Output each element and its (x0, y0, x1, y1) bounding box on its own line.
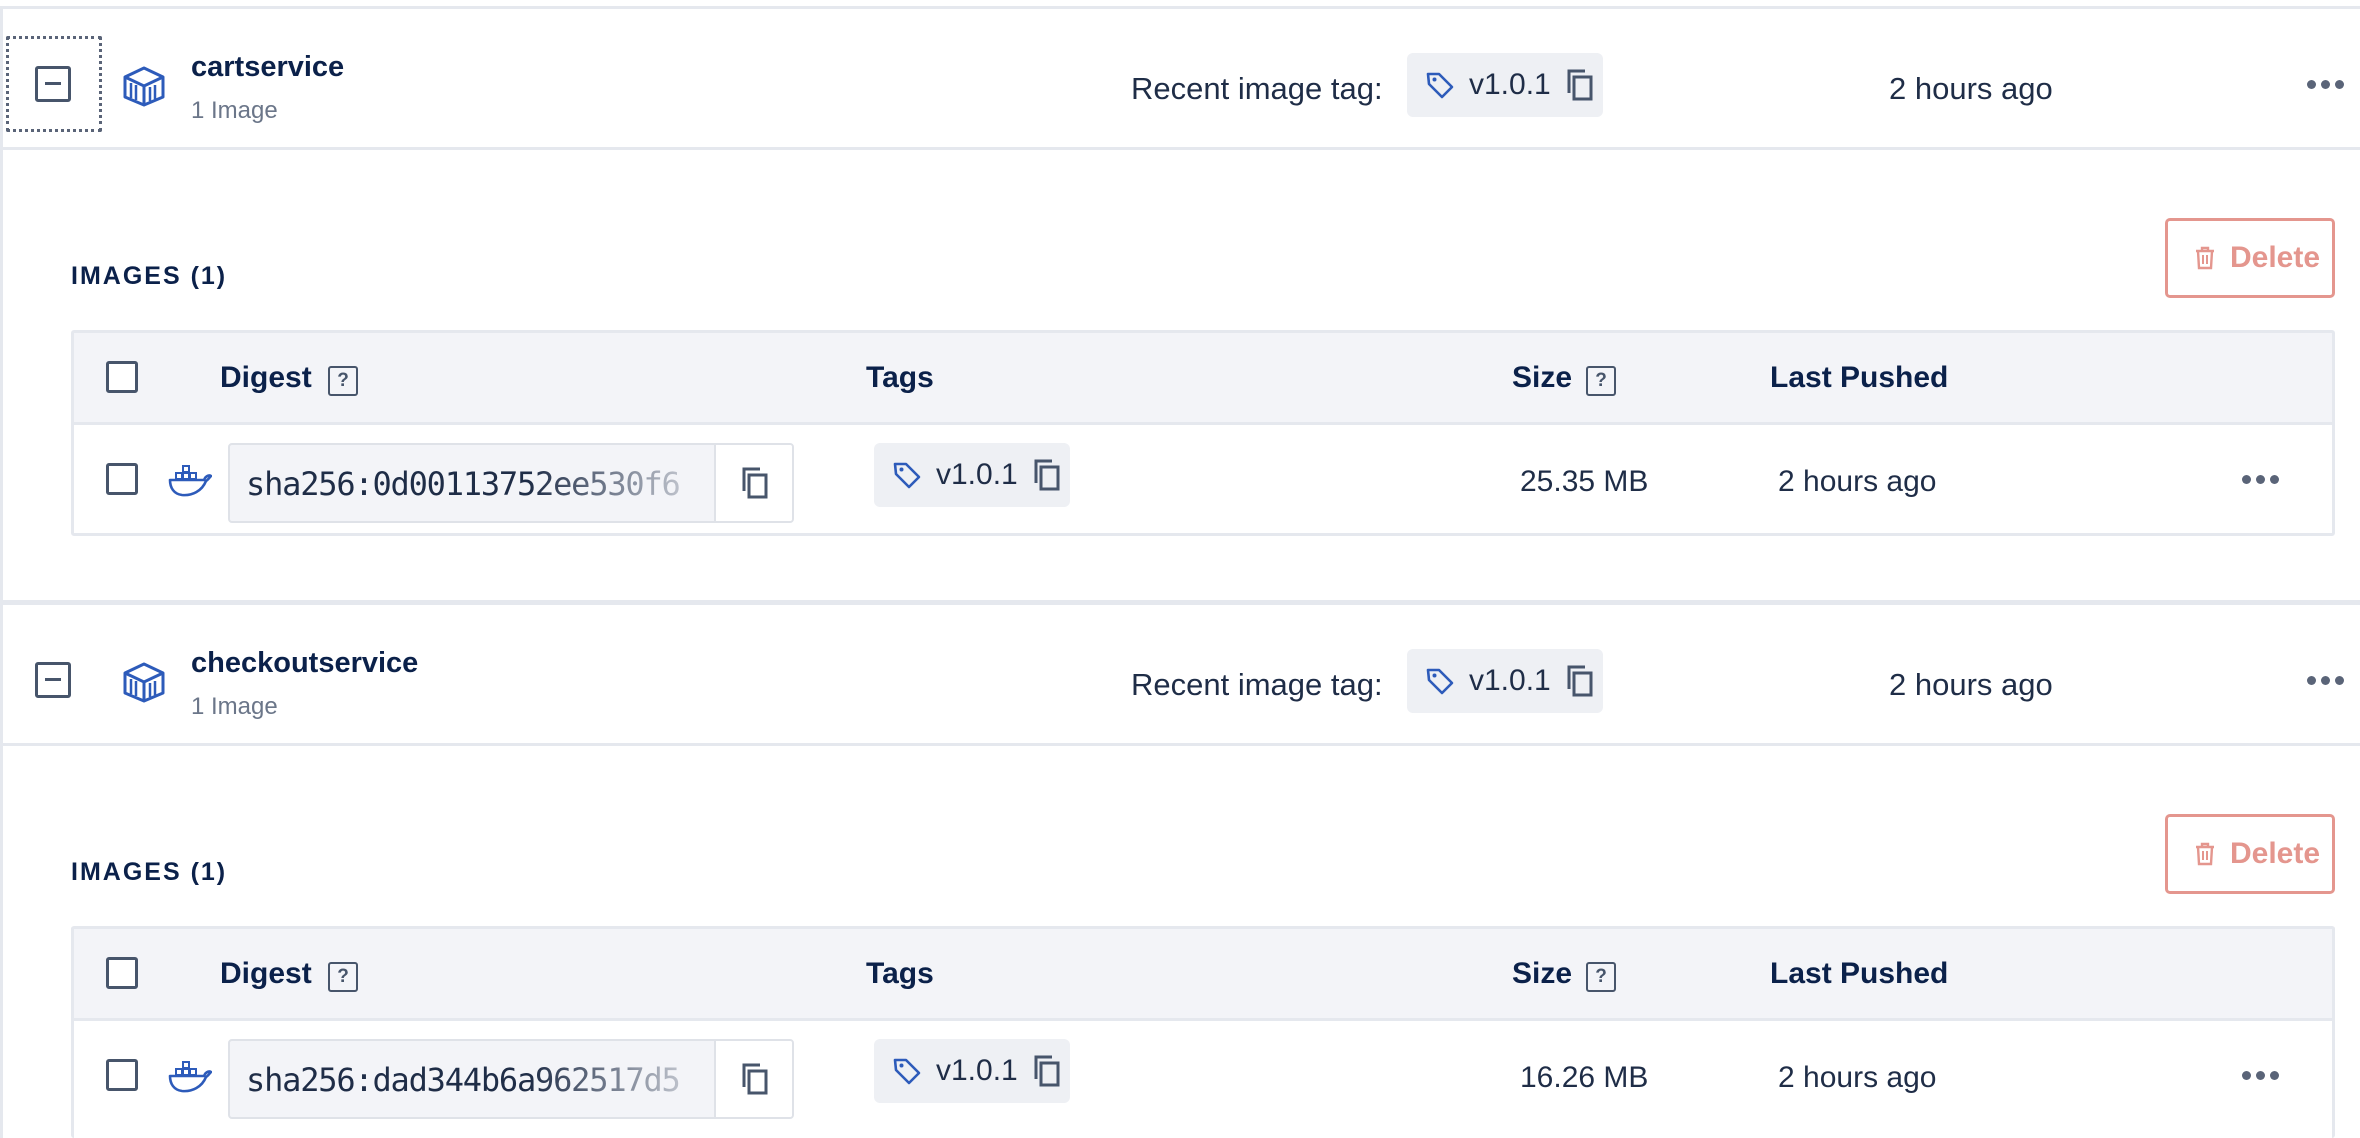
copy-icon (742, 467, 768, 499)
repository-icon (123, 662, 165, 703)
recent-tag-text: v1.0.1 (1469, 664, 1551, 697)
image-size: 16.26 MB (1520, 1061, 1649, 1094)
help-icon[interactable]: ? (1586, 962, 1616, 992)
recent-tag-label: Recent image tag: (1131, 71, 1383, 106)
repository-row-cartservice[interactable]: cartservice 1 Image Recent image tag: v1… (0, 6, 2360, 150)
images-panel-cartservice: IMAGES (1) Delete Digest ? Tags Size ? L… (0, 150, 2360, 603)
collapse-icon[interactable] (35, 66, 71, 102)
column-size[interactable]: Size (1512, 957, 1572, 991)
delete-button[interactable]: Delete (2165, 814, 2335, 894)
table-header: Digest ? Tags Size ? Last Pushed (74, 333, 2332, 425)
images-heading: IMAGES (1) (71, 858, 228, 886)
row-checkbox[interactable] (106, 463, 138, 495)
image-tag-pill: v1.0.1 (874, 1039, 1070, 1103)
images-heading: IMAGES (1) (71, 262, 228, 290)
recent-tag-text: v1.0.1 (1469, 68, 1551, 101)
delete-button[interactable]: Delete (2165, 218, 2335, 298)
select-all-checkbox[interactable] (106, 361, 138, 393)
images-panel-checkoutservice: IMAGES (1) Delete Digest ? Tags Size ? L… (0, 746, 2360, 1138)
images-table: Digest ? Tags Size ? Last Pushed sha256:… (71, 926, 2335, 1138)
column-tags[interactable]: Tags (866, 361, 934, 395)
delete-label: Delete (2230, 241, 2321, 274)
column-size[interactable]: Size (1512, 361, 1572, 395)
column-tags[interactable]: Tags (866, 957, 934, 991)
help-icon[interactable]: ? (328, 962, 358, 992)
recent-tag-pill: v1.0.1 (1407, 53, 1603, 117)
images-table: Digest ? Tags Size ? Last Pushed sha256:… (71, 330, 2335, 536)
collapse-icon[interactable] (35, 662, 71, 698)
tag-icon (1426, 668, 1454, 695)
column-last-pushed[interactable]: Last Pushed (1770, 957, 1948, 991)
image-size: 25.35 MB (1520, 465, 1649, 498)
column-digest[interactable]: Digest (220, 957, 312, 991)
more-icon[interactable] (2242, 1071, 2282, 1083)
copy-icon[interactable] (1032, 1054, 1062, 1088)
table-row: sha256:dad344b6a962517d5 v1.0.1 16.26 MB… (74, 1021, 2332, 1129)
trash-icon (2196, 842, 2214, 866)
docker-icon (168, 465, 212, 497)
column-last-pushed[interactable]: Last Pushed (1770, 361, 1948, 395)
row-checkbox[interactable] (106, 1059, 138, 1091)
digest-field[interactable]: sha256:dad344b6a962517d5 (228, 1039, 794, 1119)
recent-tag-label: Recent image tag: (1131, 667, 1383, 702)
table-header: Digest ? Tags Size ? Last Pushed (74, 929, 2332, 1021)
image-tag-text: v1.0.1 (936, 1054, 1018, 1087)
docker-icon (168, 1061, 212, 1093)
help-icon[interactable]: ? (1586, 366, 1616, 396)
image-count: 1 Image (191, 693, 278, 720)
repository-updated-time: 2 hours ago (1889, 71, 2053, 106)
copy-icon[interactable] (1032, 458, 1062, 492)
copy-digest-button[interactable] (714, 1041, 792, 1117)
recent-tag-pill: v1.0.1 (1407, 649, 1603, 713)
tag-icon (893, 462, 921, 489)
copy-icon (742, 1063, 768, 1095)
more-icon[interactable] (2242, 475, 2282, 487)
tag-icon (893, 1058, 921, 1085)
delete-label: Delete (2230, 837, 2321, 870)
repository-name[interactable]: cartservice (191, 51, 344, 84)
table-row: sha256:0d00113752ee530f6 v1.0.1 25.35 MB… (74, 425, 2332, 533)
image-tag-text: v1.0.1 (936, 458, 1018, 491)
image-tag-pill: v1.0.1 (874, 443, 1070, 507)
more-icon[interactable] (2307, 676, 2347, 688)
more-icon[interactable] (2307, 80, 2347, 92)
repository-updated-time: 2 hours ago (1889, 667, 2053, 702)
trash-icon (2196, 246, 2214, 270)
repository-row-checkoutservice[interactable]: checkoutservice 1 Image Recent image tag… (0, 602, 2360, 746)
select-all-checkbox[interactable] (106, 957, 138, 989)
repository-name[interactable]: checkoutservice (191, 647, 418, 680)
image-last-pushed: 2 hours ago (1778, 465, 1937, 498)
repository-icon (123, 66, 165, 107)
tag-icon (1426, 72, 1454, 99)
image-last-pushed: 2 hours ago (1778, 1061, 1937, 1094)
column-digest[interactable]: Digest (220, 361, 312, 395)
help-icon[interactable]: ? (328, 366, 358, 396)
copy-icon[interactable] (1565, 664, 1595, 698)
image-count: 1 Image (191, 97, 278, 124)
digest-field[interactable]: sha256:0d00113752ee530f6 (228, 443, 794, 523)
copy-digest-button[interactable] (714, 445, 792, 521)
copy-icon[interactable] (1565, 68, 1595, 102)
